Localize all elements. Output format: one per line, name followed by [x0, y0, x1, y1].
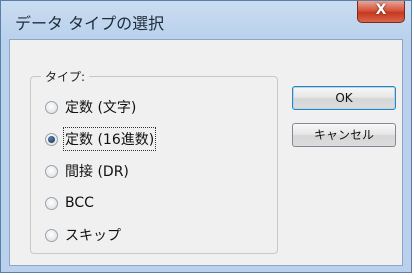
- group-label: タイプ:: [41, 68, 90, 85]
- dialog-window: データ タイプの選択 X タイプ: 定数 (文字) 定数 (16進数) 間接 (…: [0, 0, 412, 273]
- radio-button[interactable]: [45, 100, 58, 114]
- radio-button[interactable]: [45, 228, 58, 242]
- close-icon: X: [375, 2, 387, 18]
- radio-label: スキップ: [65, 228, 121, 244]
- close-button[interactable]: X: [357, 1, 405, 23]
- radio-button[interactable]: [45, 164, 58, 178]
- radio-label: 定数 (文字): [65, 100, 137, 116]
- dialog-title: データ タイプの選択: [15, 14, 165, 33]
- radio-label: 間接 (DR): [65, 164, 129, 180]
- radio-label: 定数 (16進数): [62, 127, 157, 151]
- radio-option-constant-text[interactable]: 定数 (文字): [45, 97, 136, 117]
- type-groupbox: タイプ: 定数 (文字) 定数 (16進数) 間接 (DR) BCC スキップ: [30, 68, 278, 254]
- radio-label: BCC: [65, 195, 94, 211]
- radio-option-constant-hex[interactable]: 定数 (16進数): [45, 127, 157, 151]
- dialog-body: タイプ: 定数 (文字) 定数 (16進数) 間接 (DR) BCC スキップ: [9, 39, 403, 266]
- radio-button-selected[interactable]: [45, 132, 58, 146]
- ok-button[interactable]: OK: [292, 86, 396, 110]
- title-bar[interactable]: データ タイプの選択 X: [1, 1, 411, 39]
- radio-option-indirect-dr[interactable]: 間接 (DR): [45, 161, 129, 181]
- radio-button[interactable]: [45, 196, 58, 210]
- radio-option-skip[interactable]: スキップ: [45, 225, 121, 245]
- cancel-button[interactable]: キャンセル: [292, 123, 396, 147]
- radio-option-bcc[interactable]: BCC: [45, 193, 94, 213]
